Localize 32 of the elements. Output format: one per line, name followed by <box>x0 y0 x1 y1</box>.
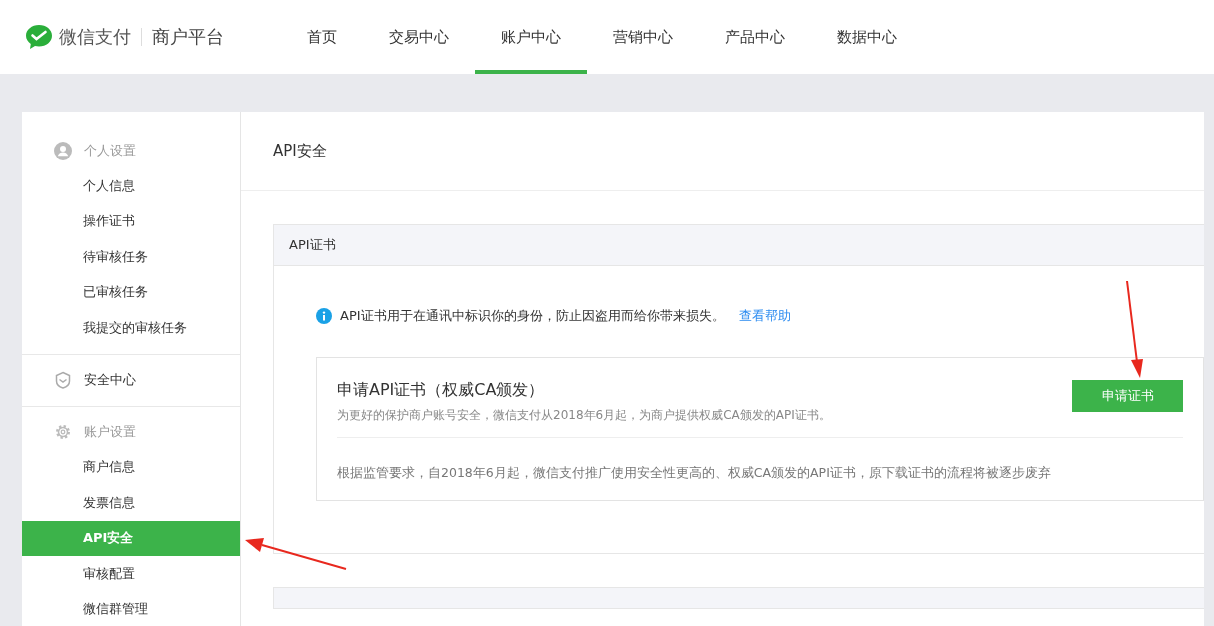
sidebar-item[interactable]: 审核配置 <box>22 556 240 592</box>
chat-bubble-logo-icon <box>25 24 53 50</box>
sidebar-item[interactable]: 操作证书 <box>22 203 240 239</box>
sidebar-item[interactable]: 发票信息 <box>22 485 240 521</box>
card-title: API证书 <box>274 225 1204 266</box>
notice-text: API证书用于在通讯中标识你的身份，防止因盗用而给你带来损失。 <box>340 307 725 325</box>
gear-icon <box>54 423 72 441</box>
platform-name: 商户平台 <box>152 25 224 49</box>
sidebar-item[interactable]: 已审核任务 <box>22 274 240 310</box>
sidebar-group-heading: 个人设置 <box>84 141 136 160</box>
sidebar-item[interactable]: 个人信息 <box>22 168 240 204</box>
info-icon <box>316 308 332 324</box>
nav-tab[interactable]: 产品中心 <box>699 0 811 74</box>
help-link[interactable]: 查看帮助 <box>738 307 791 325</box>
nav-tab[interactable]: 数据中心 <box>811 0 923 74</box>
shield-icon <box>54 371 72 389</box>
page-title: API安全 <box>241 112 1204 191</box>
sidebar-item[interactable]: 商户信息 <box>22 449 240 485</box>
nav-tab[interactable]: 营销中心 <box>587 0 699 74</box>
sidebar-item[interactable]: 安全中心 <box>84 371 136 389</box>
brand-name: 微信支付 <box>59 25 131 49</box>
nav-tab[interactable]: 账户中心 <box>475 0 587 74</box>
nav-tab[interactable]: 首页 <box>281 0 363 74</box>
nav-tab[interactable]: 交易中心 <box>363 0 475 74</box>
person-icon <box>54 141 72 160</box>
sidebar-group-heading: 账户设置 <box>84 423 136 441</box>
regulation-note: 根据监管要求，自2018年6月起，微信支付推广使用安全性更高的、权威CA颁发的API证书，原下载证书的流程将被逐步废弃 <box>337 464 1052 482</box>
sidebar-item[interactable]: 我提交的审核任务 <box>22 310 240 346</box>
apply-title: 申请API证书（权威CA颁发） <box>337 380 546 401</box>
apply-description: 为更好的保护商户账号安全，微信支付从2018年6月起，为商户提供权威CA颁发的API证书。 <box>337 407 831 424</box>
sidebar-item[interactable]: 待审核任务 <box>22 239 240 275</box>
sidebar-item[interactable]: 微信群管理 <box>22 591 240 626</box>
